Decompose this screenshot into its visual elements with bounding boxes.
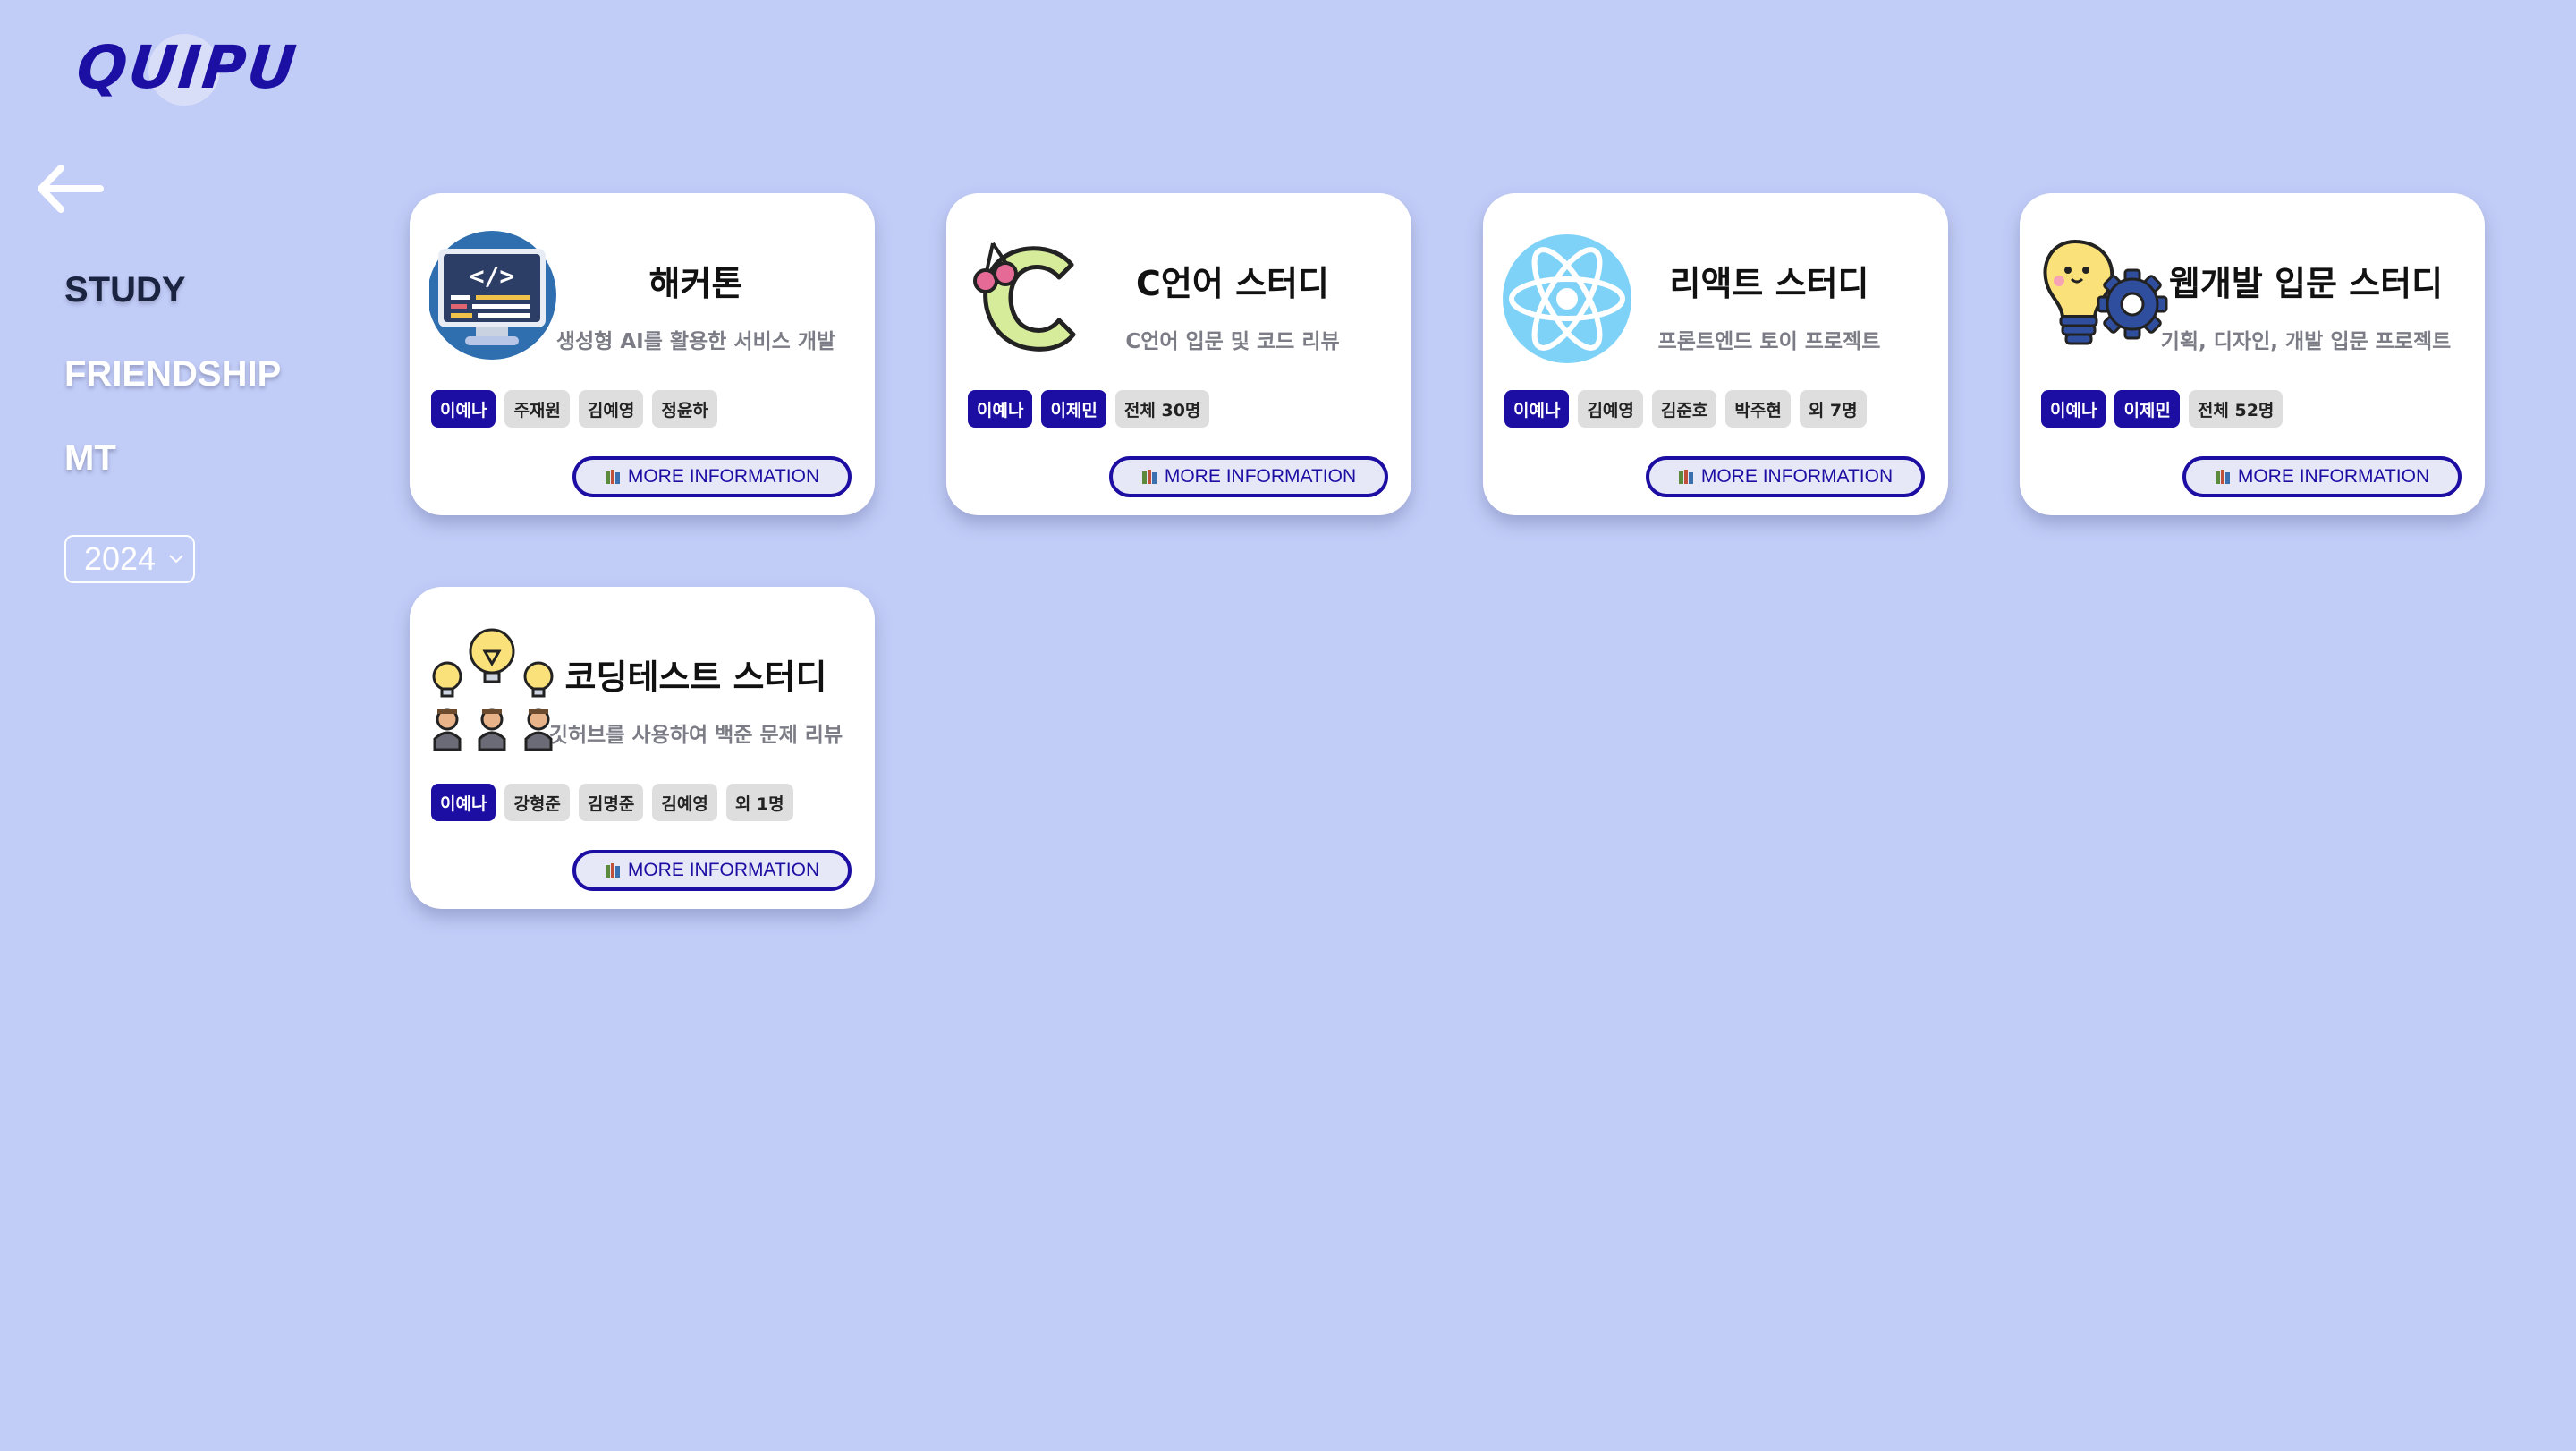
- study-card[interactable]: 웹개발 입문 스터디 기획, 디자인, 개발 입문 프로젝트 이예나 이제민 전…: [2020, 193, 2485, 515]
- member-count-tag: 외 7명: [1799, 390, 1867, 428]
- member-tags: 이예나 이제민 전체 52명: [2041, 390, 2284, 428]
- books-icon: [2215, 470, 2230, 484]
- arrow-left-icon: [38, 165, 104, 213]
- card-title: 해커톤: [648, 264, 743, 303]
- card-description: 프론트엔드 토이 프로젝트: [1657, 330, 1881, 353]
- app-logo[interactable]: QUIPU: [73, 32, 301, 107]
- card-description: C언어 입문 및 코드 리뷰: [1125, 330, 1340, 353]
- member-count-tag: 전체 52명: [2188, 390, 2284, 428]
- member-tag-lead: 이예나: [968, 390, 1033, 428]
- member-tag: 박주현: [1725, 390, 1791, 428]
- member-tag: 김명준: [578, 784, 644, 821]
- member-tag: 김준호: [1651, 390, 1717, 428]
- card-title: 리액트 스터디: [1669, 264, 1869, 303]
- study-card[interactable]: 리액트 스터디 프론트엔드 토이 프로젝트 이예나 김예영 김준호 박주현 외 …: [1483, 193, 1948, 515]
- card-description: 깃허브를 사용하여 백준 문제 리뷰: [548, 724, 843, 747]
- chevron-down-icon: [169, 555, 183, 564]
- study-card[interactable]: 코딩테스트 스터디 깃허브를 사용하여 백준 문제 리뷰 이예나 강형준 김명준…: [410, 587, 875, 909]
- member-tag: 김예영: [652, 784, 717, 821]
- more-information-button[interactable]: MORE INFORMATION: [572, 456, 852, 497]
- card-description: 생성형 AI를 활용한 서비스 개발: [555, 330, 836, 353]
- more-information-button[interactable]: MORE INFORMATION: [572, 850, 852, 891]
- more-information-label: MORE INFORMATION: [627, 466, 820, 487]
- member-tags: 이예나 주재원 김예영 정윤하: [431, 390, 717, 428]
- member-tag-lead: 이예나: [431, 784, 496, 821]
- more-information-button[interactable]: MORE INFORMATION: [1109, 456, 1388, 497]
- member-tag-lead: 이제민: [2114, 390, 2180, 428]
- nav-item-study[interactable]: STUDY: [64, 270, 281, 310]
- member-tag-lead: 이예나: [2041, 390, 2106, 428]
- card-description: 기획, 디자인, 개발 입문 프로젝트: [2160, 330, 2452, 353]
- member-count-tag: 전체 30명: [1114, 390, 1210, 428]
- member-tag-lead: 이제민: [1041, 390, 1106, 428]
- study-card[interactable]: C언어 스터디 C언어 입문 및 코드 리뷰 이예나 이제민 전체 30명 MO…: [946, 193, 1411, 515]
- books-icon: [605, 863, 620, 878]
- member-tag-lead: 이예나: [1504, 390, 1570, 428]
- more-information-label: MORE INFORMATION: [1164, 466, 1357, 487]
- more-information-label: MORE INFORMATION: [2237, 466, 2430, 487]
- year-select[interactable]: 2024: [64, 535, 195, 583]
- member-count-tag: 외 1명: [725, 784, 793, 821]
- member-tag: 주재원: [504, 390, 570, 428]
- card-title: 웹개발 입문 스터디: [2168, 264, 2444, 303]
- member-tag: 김예영: [578, 390, 644, 428]
- member-tags: 이예나 강형준 김명준 김예영 외 1명: [431, 784, 793, 821]
- card-title: C언어 스터디: [1136, 264, 1329, 303]
- member-tag-lead: 이예나: [431, 390, 496, 428]
- member-tags: 이예나 김예영 김준호 박주현 외 7명: [1504, 390, 1867, 428]
- member-tags: 이예나 이제민 전체 30명: [968, 390, 1210, 428]
- svg-text:</>: </>: [470, 261, 515, 291]
- back-arrow-button[interactable]: [34, 161, 104, 216]
- member-tag: 김예영: [1578, 390, 1643, 428]
- member-tag: 강형준: [504, 784, 570, 821]
- nav-item-friendship[interactable]: FRIENDSHIP: [64, 354, 281, 394]
- nav-item-mt[interactable]: MT: [64, 438, 281, 478]
- card-title: 코딩테스트 스터디: [564, 658, 827, 697]
- year-select-value: 2024: [84, 540, 157, 577]
- books-icon: [1141, 470, 1157, 484]
- member-tag: 정윤하: [652, 390, 717, 428]
- study-card[interactable]: </> 해커톤 생성형 AI를 활용한 서비스 개발 이예나 주재원 김예영 정…: [410, 193, 875, 515]
- category-nav: STUDY FRIENDSHIP MT: [64, 270, 281, 522]
- more-information-label: MORE INFORMATION: [627, 860, 820, 880]
- books-icon: [605, 470, 620, 484]
- more-information-button[interactable]: MORE INFORMATION: [1646, 456, 1925, 497]
- more-information-button[interactable]: MORE INFORMATION: [2182, 456, 2462, 497]
- logo-text: QUIPU: [73, 33, 301, 102]
- more-information-label: MORE INFORMATION: [1700, 466, 1894, 487]
- books-icon: [1678, 470, 1693, 484]
